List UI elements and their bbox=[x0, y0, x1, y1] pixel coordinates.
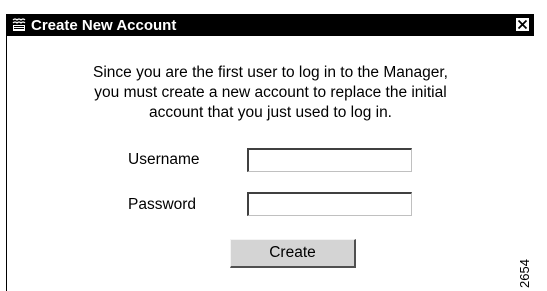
dialog-title: Create New Account bbox=[31, 17, 177, 34]
figure-number: 2654 bbox=[517, 259, 532, 288]
close-icon bbox=[517, 19, 528, 30]
create-account-dialog: Create New Account Since you are the fir… bbox=[6, 14, 534, 291]
message-line: Since you are the first user to log in t… bbox=[93, 64, 448, 81]
application-window-icon[interactable] bbox=[11, 17, 27, 33]
close-button[interactable] bbox=[515, 17, 530, 32]
title-bar[interactable]: Create New Account bbox=[7, 15, 534, 36]
username-input[interactable] bbox=[247, 148, 412, 172]
password-label: Password bbox=[128, 196, 197, 213]
password-input[interactable] bbox=[247, 192, 412, 216]
message-line: you must create a new account to replace… bbox=[94, 84, 447, 101]
message-line: account that you just used to log in. bbox=[149, 104, 392, 121]
create-button[interactable]: Create bbox=[230, 239, 356, 268]
username-label: Username bbox=[128, 151, 200, 168]
instruction-message: Since you are the first user to log in t… bbox=[7, 63, 534, 123]
